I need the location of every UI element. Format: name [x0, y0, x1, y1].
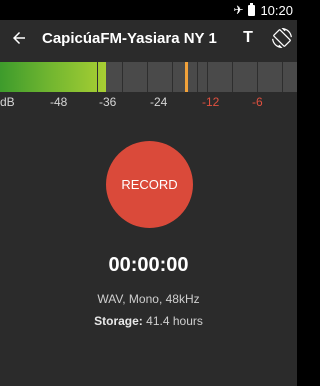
toolbar: CapicúaFM-Yasiara NY 1 T — [0, 20, 297, 57]
scale-label: -24 — [150, 95, 168, 109]
arrow-back-icon[interactable] — [10, 29, 28, 47]
level-scale: dB -48 -36 -24 -12 -6 — [0, 95, 297, 109]
status-bar: ✈ 10:20 — [0, 0, 297, 20]
scale-label: -36 — [99, 95, 117, 109]
level-meter-segment-divider — [122, 62, 123, 92]
level-meter-segment-divider — [232, 62, 233, 92]
level-meter-fill — [0, 62, 106, 92]
scale-label: -12 — [202, 95, 220, 109]
audio-format: WAV, Mono, 48kHz — [97, 292, 200, 306]
record-button-label: RECORD — [121, 177, 178, 192]
storage-label: Storage: — [94, 314, 143, 328]
level-meter-segment-divider — [172, 62, 173, 92]
scale-label: -6 — [252, 95, 263, 109]
page-title: CapicúaFM-Yasiara NY 1 — [42, 30, 217, 47]
level-meter-segment-divider — [147, 62, 148, 92]
storage-value: 41.4 hours — [146, 314, 203, 328]
recorder-screen: CapicúaFM-Yasiara NY 1 T dB -48 -36 -24 … — [0, 20, 297, 386]
level-meter-segment-divider — [197, 62, 198, 92]
level-meter-segment-divider — [97, 62, 98, 92]
storage-info: Storage: 41.4 hours — [0, 314, 297, 328]
level-meter — [0, 62, 297, 92]
scale-label-db: dB — [0, 95, 15, 109]
text-format-icon[interactable]: T — [240, 29, 256, 47]
screen-rotation-icon[interactable] — [272, 28, 292, 48]
record-button[interactable]: RECORD — [106, 141, 193, 228]
scale-label: -48 — [50, 95, 68, 109]
level-meter-segment-divider — [282, 62, 283, 92]
level-meter-peak-marker — [185, 62, 188, 92]
elapsed-timer: 00:00:00 — [108, 254, 189, 276]
status-time: 10:20 — [260, 2, 293, 18]
level-meter-segment-divider — [207, 62, 208, 92]
battery-icon — [248, 2, 256, 16]
airplane-mode-icon: ✈ — [233, 3, 244, 17]
level-meter-segment-divider — [257, 62, 258, 92]
